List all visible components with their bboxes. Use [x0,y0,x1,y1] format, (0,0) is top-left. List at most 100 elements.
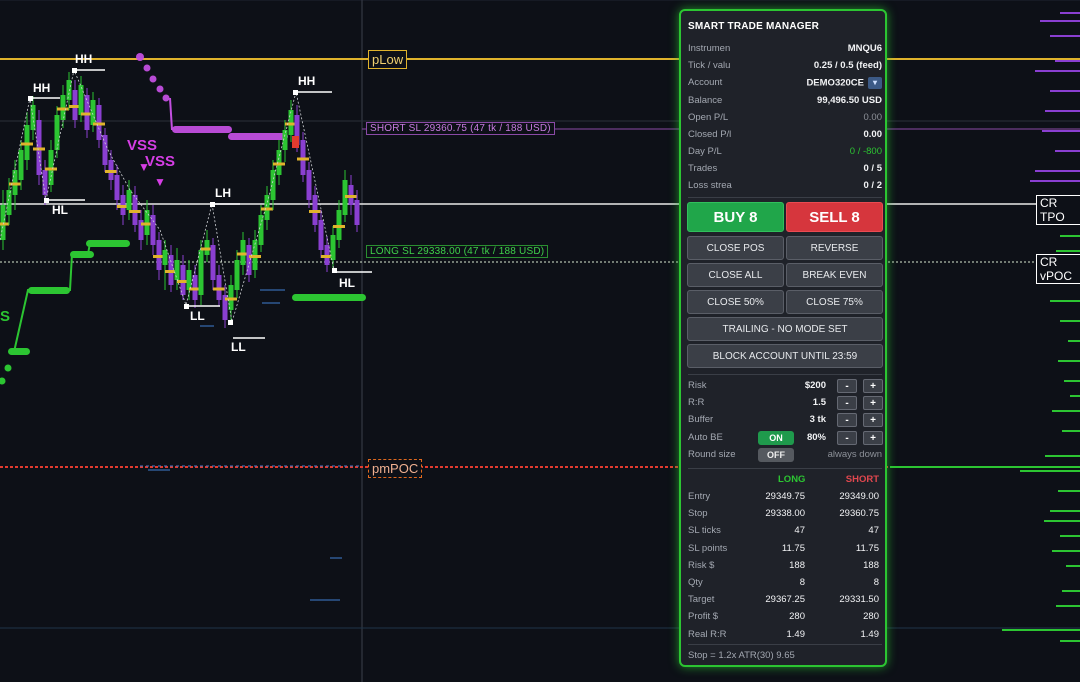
poc-marker [345,195,357,198]
volume-profile-bar [1068,340,1080,342]
table-cell-short: 280 [863,611,879,623]
candle-body [150,215,156,245]
volume-profile-bar [1040,20,1080,22]
candle-body [126,190,132,210]
auto-be-minus-button[interactable]: - [837,431,857,445]
candle-body [198,250,204,295]
long-trail-step [13,242,91,353]
round-size-toggle[interactable]: OFF [758,448,794,462]
table-cell-long: 1.49 [786,628,806,640]
side-signal-label: S [0,308,11,325]
buffer-minus-button[interactable]: - [837,413,857,427]
info-row-loss-streak: Loss strea 0 / 2 [688,180,882,191]
volume-profile-bar [1050,510,1080,512]
volume-profile [890,12,1080,642]
reverse-button[interactable]: REVERSE [786,236,883,260]
volume-profile-bar [1062,430,1080,432]
table-cell-long: 47 [794,525,805,537]
left-volume-ticks [148,289,342,601]
volume-profile-bar [1062,590,1080,592]
table-row-label: Real R:R [688,628,727,640]
volume-profile-bar [1042,130,1080,132]
poc-marker [261,207,273,211]
volume-profile-bar [1058,360,1080,362]
volume-profile-bar [1035,70,1080,72]
short-trail-step [169,97,173,131]
volume-profile-bar [1045,110,1080,112]
poc-marker [0,222,9,226]
volume-profile-bar [1050,90,1080,92]
close-75-button[interactable]: CLOSE 75% [786,290,883,314]
info-row-open-pl: Open P/L 0.00 [688,112,882,123]
auto-be-toggle[interactable]: ON [758,431,794,445]
candle-body [306,170,312,200]
candle-body [354,200,360,225]
swing-label-hh: HH [298,74,316,88]
price-chart[interactable] [0,0,1080,682]
close-all-button[interactable]: CLOSE ALL [687,263,784,287]
candle-body [42,170,48,195]
candle-body [234,260,240,290]
volume-profile-bar [1058,490,1080,492]
panel-title: SMART TRADE MANAGER [688,21,820,32]
cr-tpo-tag: CR TPO [1036,195,1080,225]
poc-marker [333,225,345,228]
short-sl-tag: SHORT SL 29360.75 (47 tk / 188 USD) [366,122,555,135]
poc-marker [225,297,237,301]
poc-marker [105,170,117,173]
close-pos-button[interactable]: CLOSE POS [687,236,784,260]
swing-label-ll: LL [231,340,246,354]
buffer-plus-button[interactable]: + [863,413,883,427]
poc-marker [57,107,69,111]
volume-profile-bar [1020,470,1080,472]
poc-marker [309,210,321,213]
swing-label-lh: LH [215,186,231,200]
rr-plus-button[interactable]: + [863,396,883,410]
candle-body [18,150,24,180]
candle-body [90,100,96,125]
trailing-mode-button[interactable]: TRAILING - NO MODE SET [687,317,883,341]
vss-arrow-icon: ▼ [138,160,150,174]
buy-button[interactable]: BUY 8 [687,202,784,232]
volume-profile-bar [1050,300,1080,302]
rr-minus-button[interactable]: - [837,396,857,410]
swing-label-hh: HH [75,52,93,66]
risk-minus-button[interactable]: - [837,379,857,393]
table-cell-long: 188 [789,559,805,571]
candle-body [330,235,336,260]
table-cell-short: 8 [873,577,879,588]
table-cell-short: 29360.75 [839,508,879,520]
account-select[interactable]: DEMO320CE [806,78,864,89]
divider [688,644,882,645]
pmpoc-tag: pmPOC [368,459,423,478]
close-50-button[interactable]: CLOSE 50% [687,290,784,314]
table-row-label: Profit $ [688,611,719,623]
volume-profile-bar [1060,235,1080,237]
volume-profile-bar [1056,605,1080,607]
info-row-account: Account DEMO320CE ▾ [688,77,882,92]
sell-button[interactable]: SELL 8 [786,202,883,232]
volume-profile-bar [1070,395,1080,397]
risk-plus-button[interactable]: + [863,379,883,393]
long-sl-tag: LONG SL 29338.00 (47 tk / 188 USD) [366,245,549,258]
table-cell-long: 29338.00 [765,508,805,520]
chevron-down-icon[interactable]: ▾ [868,77,882,89]
divider [688,374,882,375]
info-row-trades: Trades 0 / 5 [688,163,882,174]
candle-body [6,190,12,215]
table-cell-long: 29349.75 [765,491,805,502]
volume-profile-bar [1045,455,1080,457]
volume-profile-bar [1002,629,1080,631]
auto-be-plus-button[interactable]: + [863,431,883,445]
block-account-button[interactable]: BLOCK ACCOUNT UNTIL 23:59 [687,344,883,368]
swing-label-hl: HL [339,276,355,290]
poc-marker [45,167,57,171]
volume-profile-bar [1052,550,1080,552]
short-trail-dots [136,53,288,140]
break-even-button[interactable]: BREAK EVEN [786,263,883,287]
swing-label-hl: HL [52,203,68,217]
vss-signal-label: VSS [127,137,158,154]
poc-marker [93,122,105,126]
candle-body [162,250,168,265]
volume-profile-bar [1060,320,1080,322]
